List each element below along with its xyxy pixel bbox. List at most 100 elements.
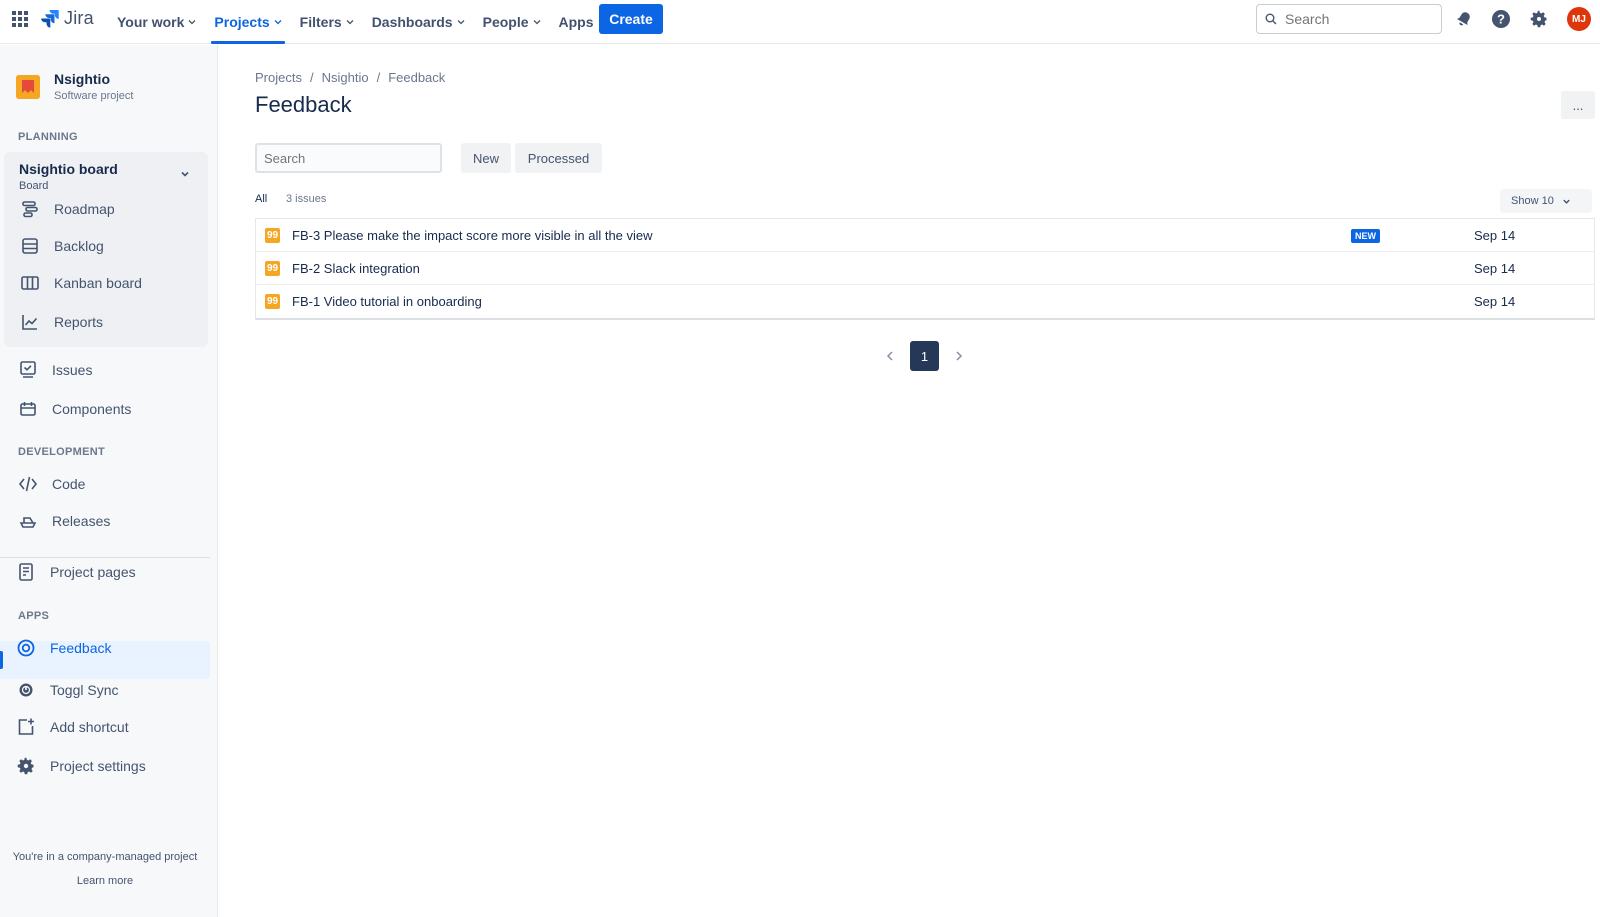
learn-more-link[interactable]: Learn more <box>0 875 210 887</box>
issue-date: Sep 14 <box>1474 260 1516 276</box>
sidebar-item-kanban-board[interactable]: Kanban board <box>20 271 142 295</box>
feedback-icon <box>17 639 35 657</box>
issues-icon <box>20 361 36 378</box>
nav-your-work[interactable]: Your work <box>108 0 205 44</box>
sidebar-item-feedback[interactable]: Feedback <box>16 636 111 660</box>
sidebar-item-label: Project pages <box>50 564 136 580</box>
help-icon[interactable]: ? <box>1490 8 1512 30</box>
sidebar-item-reports[interactable]: Reports <box>20 310 103 334</box>
sidebar-item-toggl-sync[interactable]: Toggl Sync <box>16 678 118 702</box>
board-title[interactable]: Nsightio board <box>19 161 118 177</box>
sidebar-item-label: Issues <box>52 362 93 378</box>
releases-icon <box>19 517 37 528</box>
company-managed-note: You're in a company-managed project <box>12 851 198 863</box>
feedback-search[interactable] <box>255 143 442 173</box>
settings-gear-icon[interactable] <box>1528 8 1550 30</box>
nav-label: Dashboards <box>371 14 453 30</box>
sidebar-item-roadmap[interactable]: Roadmap <box>20 197 115 221</box>
jira-logo[interactable]: Jira <box>40 8 94 29</box>
page-size-select[interactable]: Show 10 <box>1500 189 1592 213</box>
breadcrumb-feedback[interactable]: Feedback <box>388 70 445 85</box>
project-type: Software project <box>54 90 134 102</box>
filter-processed-button[interactable]: Processed <box>515 143 602 173</box>
page-number-current[interactable]: 1 <box>910 341 939 371</box>
board-subtitle: Board <box>19 180 49 192</box>
create-button[interactable]: Create <box>599 4 663 34</box>
breadcrumb-nsightio[interactable]: Nsightio <box>322 70 369 85</box>
page-title: Feedback <box>255 92 352 117</box>
issue-row[interactable]: 99 FB-2 Slack integration Sep 14 <box>256 252 1594 285</box>
components-icon <box>20 402 36 416</box>
sidebar-item-label: Project settings <box>50 758 146 774</box>
development-heading: DEVELOPMENT <box>18 446 106 458</box>
sidebar-divider <box>0 557 210 558</box>
nav-people[interactable]: People <box>474 0 550 44</box>
project-header[interactable]: Nsightio Software project <box>16 71 133 102</box>
backlog-icon <box>22 238 38 254</box>
sidebar-item-releases[interactable]: Releases <box>18 509 110 533</box>
top-navigation: Jira Your work Projects Filters Dashboar… <box>0 0 1600 44</box>
more-actions-button[interactable]: ... <box>1561 91 1595 119</box>
sidebar-item-label: Backlog <box>54 238 104 254</box>
sidebar-item-backlog[interactable]: Backlog <box>20 234 104 258</box>
sidebar-item-label: Roadmap <box>54 201 115 217</box>
code-icon <box>18 476 38 492</box>
filter-new-button[interactable]: New <box>461 143 511 173</box>
project-avatar-icon <box>16 74 40 99</box>
all-filter-label[interactable]: All <box>255 193 267 205</box>
reports-icon <box>22 315 38 330</box>
status-badge: NEW <box>1351 229 1380 243</box>
chevron-right-icon[interactable] <box>953 350 965 362</box>
issue-row[interactable]: 99 FB-1 Video tutorial in onboarding Sep… <box>256 285 1594 318</box>
sidebar-item-label: Kanban board <box>54 275 142 291</box>
sidebar-item-code[interactable]: Code <box>18 472 85 496</box>
chevron-left-icon[interactable] <box>884 350 896 362</box>
issue-row[interactable]: 99 FB-3 Please make the impact score mor… <box>256 219 1594 252</box>
search-icon <box>1265 13 1277 25</box>
notifications-icon[interactable] <box>1453 8 1475 30</box>
project-pages-icon <box>19 563 33 581</box>
sidebar-item-label: Reports <box>54 314 104 330</box>
sidebar-item-label: Add shortcut <box>50 719 129 735</box>
jira-logo-text: Jira <box>64 8 94 28</box>
nav-dashboards[interactable]: Dashboards <box>363 0 474 44</box>
toggl-icon <box>19 683 33 697</box>
sidebar-item-add-shortcut[interactable]: Add shortcut <box>16 715 129 739</box>
feedback-quote-icon: 99 <box>265 261 280 276</box>
nav-label: Projects <box>214 14 270 30</box>
sidebar-item-label: Toggl Sync <box>50 682 119 698</box>
jira-logo-icon <box>41 9 59 28</box>
chevron-down-icon <box>274 20 282 25</box>
sidebar-item-label: Code <box>52 476 86 492</box>
breadcrumb-projects[interactable]: Projects <box>255 70 302 85</box>
nav-projects[interactable]: Projects <box>205 0 290 44</box>
kanban-icon <box>21 276 39 290</box>
global-search-input[interactable] <box>1285 11 1435 27</box>
nav-filters[interactable]: Filters <box>291 0 363 44</box>
sidebar-item-issues[interactable]: Issues <box>18 358 92 382</box>
issue-summary[interactable]: FB-1 Video tutorial in onboarding <box>292 294 482 309</box>
chevron-down-icon[interactable] <box>180 169 190 179</box>
sidebar-item-components[interactable]: Components <box>18 397 131 421</box>
global-search[interactable] <box>1256 4 1442 34</box>
issue-date: Sep 14 <box>1474 294 1516 309</box>
feedback-search-input[interactable] <box>264 150 434 166</box>
svg-text:?: ? <box>1497 12 1505 27</box>
issue-summary[interactable]: FB-2 Slack integration <box>292 261 420 276</box>
nav-label: People <box>482 14 529 30</box>
issue-summary[interactable]: FB-3 Please make the impact score more v… <box>292 228 653 243</box>
breadcrumb-separator: / <box>309 70 314 85</box>
app-switcher-icon[interactable] <box>12 11 28 27</box>
sidebar-item-project-settings[interactable]: Project settings <box>16 754 146 778</box>
sidebar-item-project-pages[interactable]: Project pages <box>16 560 136 584</box>
add-shortcut-icon <box>18 718 34 735</box>
breadcrumb-separator: / <box>376 70 381 85</box>
chevron-down-icon <box>533 20 540 25</box>
chevron-down-icon <box>457 20 465 25</box>
project-sidebar: Nsightio Software project PLANNING Nsigh… <box>0 45 218 917</box>
nav-label: Apps <box>558 14 594 30</box>
user-avatar[interactable]: MJ <box>1567 7 1591 31</box>
nav-label: Your work <box>117 14 185 30</box>
feedback-quote-icon: 99 <box>265 294 280 309</box>
nav-label: Filters <box>299 14 342 30</box>
